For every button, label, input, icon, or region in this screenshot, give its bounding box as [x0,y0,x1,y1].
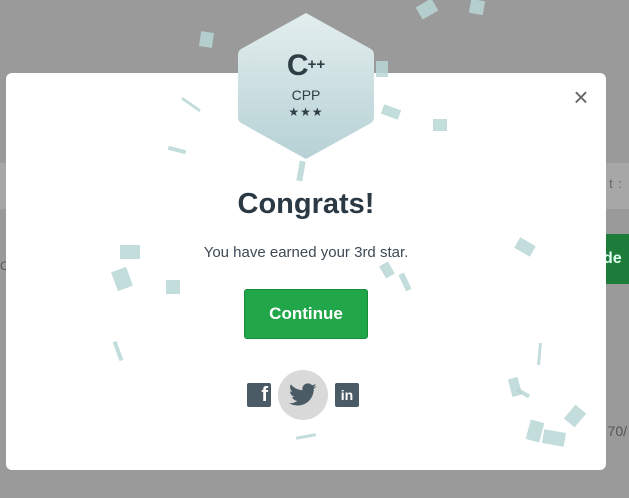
linkedin-share-icon[interactable]: in [335,383,359,407]
confetti-piece [537,342,542,366]
confetti-piece [199,31,214,48]
background-counter: 70/ [607,423,627,439]
close-button[interactable]: × [570,84,592,110]
badge-stars-icon: ★★★ [288,105,324,119]
confetti-piece [379,261,395,279]
confetti-piece [295,433,317,440]
modal-subtitle: You have earned your 3rd star. [203,244,409,261]
continue-button[interactable]: Continue [244,289,368,339]
confetti-piece [563,404,587,428]
facebook-share-icon[interactable]: f [247,383,271,407]
confetti-piece [296,160,306,182]
confetti-piece [166,280,180,294]
twitter-bird-icon [289,383,317,406]
modal-title: Congrats! [237,188,375,220]
confetti-piece [376,61,388,77]
confetti-piece [515,387,531,399]
confetti-piece [167,145,187,155]
confetti-piece [111,266,133,292]
cpp-logo-icon: C++ [286,49,326,82]
confetti-piece [541,429,567,447]
background-right-text: t : [609,176,623,191]
confetti-piece [398,272,412,292]
confetti-piece [433,119,447,131]
confetti-piece [380,104,402,120]
badge: C++ CPP ★★★ [237,11,375,161]
badge-label: CPP [291,87,321,103]
confetti-piece [181,96,201,113]
twitter-share-icon[interactable] [278,370,328,420]
confetti-piece [468,0,486,16]
confetti-piece [112,340,124,362]
